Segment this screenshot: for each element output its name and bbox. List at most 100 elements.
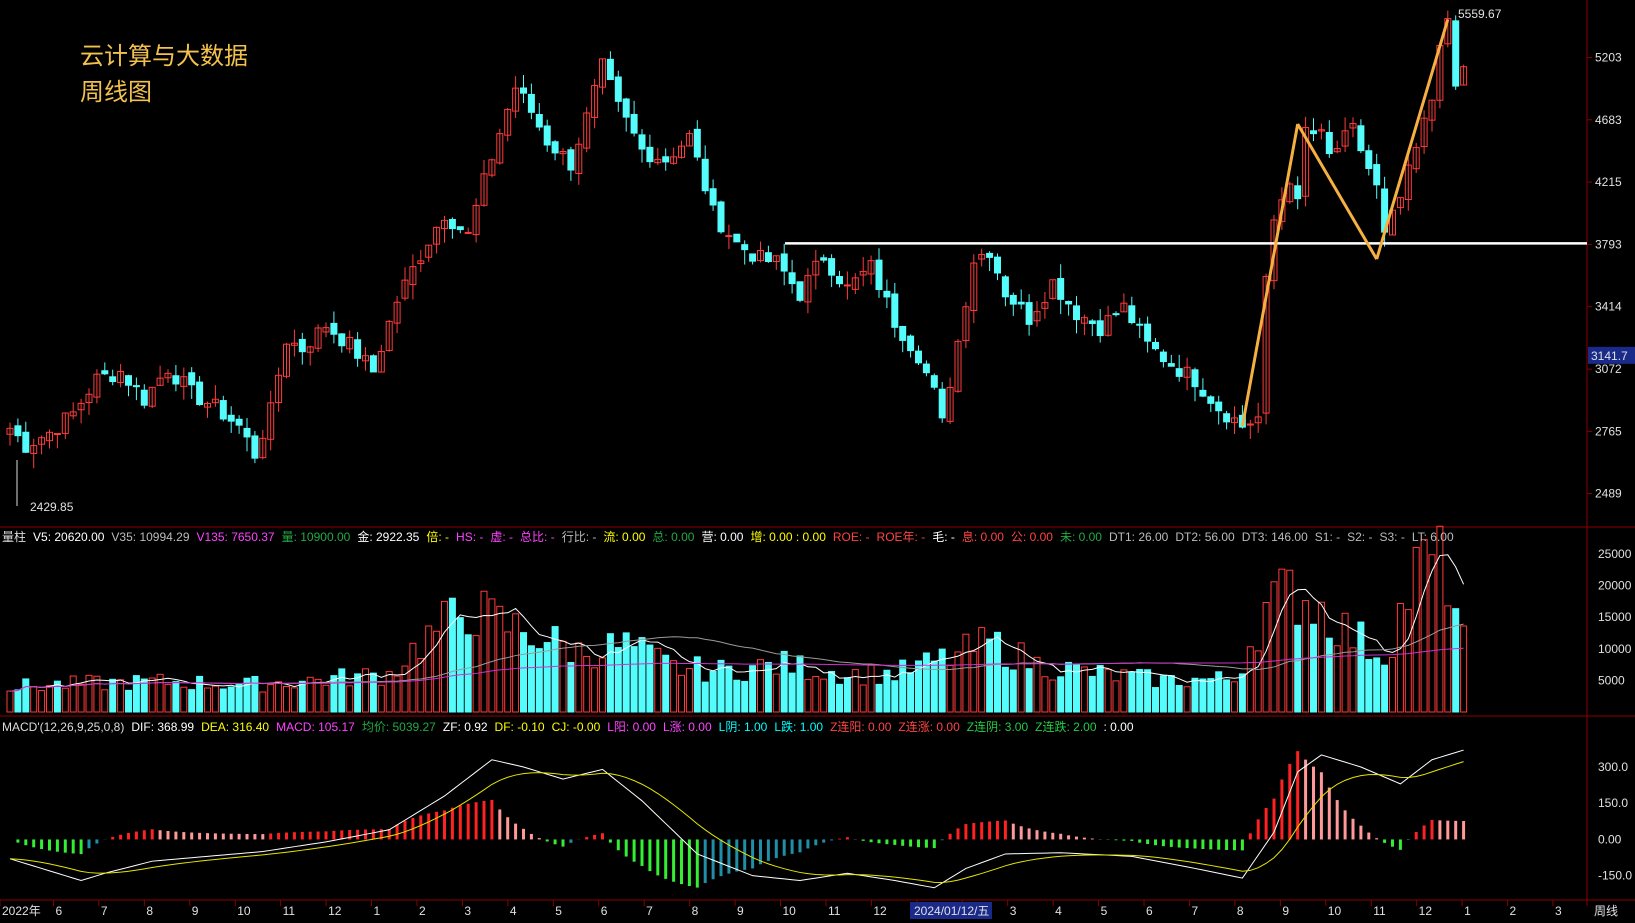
volume-bar-down — [1025, 668, 1033, 713]
chart-canvas[interactable]: 5559.672429.85 5203468342153793341430722… — [0, 0, 1635, 923]
x-tick-label: 12 — [328, 904, 342, 918]
volume-bar-down — [464, 634, 472, 713]
stat-item: 倍: - — [426, 529, 449, 544]
candle-down — [788, 272, 796, 285]
x-tick-label: 3 — [1555, 904, 1562, 918]
candle-down — [1215, 401, 1223, 412]
candle-down — [196, 381, 204, 406]
candle-down — [1159, 351, 1167, 363]
candle-down — [132, 385, 140, 388]
candle-down — [883, 290, 891, 298]
volume-bar-down — [535, 648, 543, 713]
candle-down — [298, 338, 306, 353]
volume-tick-label: 5000 — [1598, 673, 1625, 687]
weekly-kline-chart[interactable]: 5559.67 2429.85 5203 4683 4215 3793 3414 3072 2… — [0, 0, 1635, 923]
candle-down — [456, 226, 464, 231]
stat-item: ROE: - — [833, 530, 870, 544]
stat-item: 均价: 5039.27 — [362, 720, 436, 734]
candle-down — [796, 281, 804, 301]
x-tick-label: 4 — [1055, 904, 1062, 918]
candle-down — [354, 339, 362, 359]
x-tick-label: 1 — [374, 904, 381, 918]
candle-down — [922, 363, 930, 374]
x-tick-label: 2 — [419, 904, 426, 918]
stat-item: 营: 0.00 — [701, 530, 743, 544]
chart-subtitle: 周线图 — [80, 78, 152, 106]
x-tick-label: 8 — [1237, 904, 1244, 918]
volume-bar-down — [701, 681, 709, 713]
candle-down — [330, 322, 338, 335]
candle-down — [693, 128, 701, 158]
candle-down — [1144, 323, 1152, 342]
x-tick-label: 2022年 — [2, 904, 41, 918]
volume-bar-down — [543, 642, 551, 713]
candle-down — [622, 98, 630, 118]
stat-item: 金: 2922.35 — [357, 529, 419, 544]
candle-down — [1207, 396, 1215, 404]
price-tick-label: 4683 — [1595, 113, 1622, 127]
x-tick-label: 8 — [146, 904, 153, 918]
candle-down — [543, 125, 551, 146]
volume-bar-down — [298, 680, 306, 713]
candle-down — [1223, 413, 1231, 423]
volume-bar-down — [986, 638, 994, 713]
volume-bar-down — [520, 632, 527, 713]
volume-bar-down — [132, 675, 140, 713]
candle-down — [1001, 276, 1009, 298]
x-tick-label: 12 — [873, 904, 887, 918]
candle-down — [1175, 368, 1183, 377]
price-tick-label: 3793 — [1595, 237, 1622, 251]
volume-bar-down — [567, 661, 575, 713]
candle-down — [915, 350, 922, 364]
volume-tick-label: 25000 — [1598, 547, 1632, 561]
macd-tick-label: 150.0 — [1598, 796, 1628, 810]
x-tick-label: 10 — [237, 904, 251, 918]
stat-item: L涨: 0.00 — [663, 719, 712, 734]
stat-item: 未: 0.00 — [1060, 530, 1102, 544]
volume-bar-down — [930, 660, 938, 713]
candle-down — [535, 114, 543, 128]
current-price-label: 3141.7 — [1591, 349, 1628, 363]
candle-down — [630, 113, 638, 134]
x-tick-label: 7 — [101, 904, 108, 918]
stat-item: Z连涨: 0.00 — [898, 719, 960, 734]
stat-item: 息: 0.00 — [962, 529, 1004, 544]
volume-bar-down — [369, 672, 377, 713]
chart-title: 云计算与大数据 — [80, 42, 248, 70]
candle-down — [1096, 320, 1104, 337]
volume-bar-down — [1365, 659, 1373, 713]
volume-bar-down — [1238, 673, 1246, 713]
x-tick-label: 6 — [1146, 904, 1153, 918]
volume-bar-down — [749, 665, 757, 713]
candle-down — [1357, 125, 1365, 152]
candle-down — [1009, 294, 1017, 305]
stat-item: V135: 7650.37 — [197, 530, 275, 544]
candle-down — [780, 253, 788, 272]
candle-down — [172, 375, 180, 385]
x-tick-label: 12 — [1419, 904, 1433, 918]
price-tick-label: 5203 — [1595, 51, 1622, 65]
x-tick-label: 11 — [1373, 904, 1386, 918]
x-tick-label: 6 — [55, 904, 62, 918]
candle-down — [1294, 185, 1302, 200]
volume-bar-down — [1057, 676, 1065, 713]
period-label[interactable]: 周线 — [1594, 904, 1618, 918]
candle-down — [938, 388, 946, 419]
volume-tick-label: 20000 — [1598, 579, 1632, 593]
volume-bar-down — [733, 679, 741, 713]
stat-item: 毛: - — [932, 530, 955, 544]
candle-down — [219, 400, 227, 420]
candle-up — [725, 235, 733, 238]
stat-item: ROE年: - — [877, 530, 926, 544]
volume-bar-down — [188, 689, 196, 713]
volume-bar-down — [1144, 669, 1152, 713]
volume-bar-down — [725, 665, 733, 713]
x-tick-label: 11 — [283, 904, 296, 918]
stat-item: 总比: - — [520, 530, 555, 544]
volume-bar-down — [125, 689, 132, 713]
x-tick-label: 6 — [601, 904, 608, 918]
volume-bar-down — [1175, 685, 1183, 713]
volume-bar-down — [1223, 679, 1231, 713]
stat-item: DT2: 56.00 — [1175, 530, 1235, 544]
volume-bar-down — [172, 681, 180, 713]
